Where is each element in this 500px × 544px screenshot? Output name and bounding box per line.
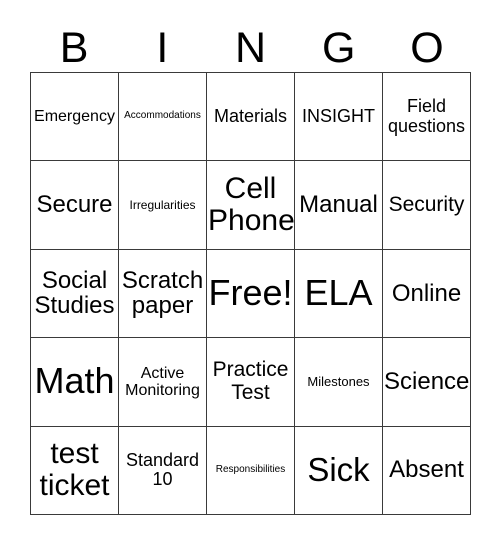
bingo-header-letter-g: G (295, 18, 383, 72)
bingo-cell-label: Secure (36, 191, 113, 219)
bingo-cell-label: Standard 10 (125, 449, 200, 490)
bingo-grid: Emergency Accommodations Materials INSIG… (30, 72, 471, 515)
bingo-cell-i1[interactable]: Accommodations (119, 73, 207, 162)
bingo-cell-label: Science (384, 367, 470, 395)
bingo-cell-label: Irregularities (129, 197, 196, 212)
header-letter-text: B (59, 24, 89, 72)
bingo-header-letter-b: B (30, 18, 118, 72)
bingo-cell-o4[interactable]: Science (383, 338, 471, 427)
bingo-cell-g4[interactable]: Milestones (295, 338, 383, 427)
bingo-header-row: B I N G O (30, 18, 471, 72)
bingo-cell-g3[interactable]: ELA (295, 249, 383, 339)
bingo-cell-label: INSIGHT (301, 105, 375, 126)
bingo-cell-label: Cell Phone (208, 171, 295, 238)
bingo-header-letter-n: N (206, 18, 294, 72)
bingo-cell-i4[interactable]: Active Monitoring (119, 338, 207, 427)
bingo-cell-label: Security (388, 192, 465, 216)
bingo-cell-n2[interactable]: Cell Phone (207, 161, 295, 250)
bingo-cell-label: Math (34, 360, 115, 402)
bingo-cell-i3[interactable]: Scratch paper (119, 249, 207, 339)
bingo-cell-label: Responsibilities (215, 463, 286, 475)
bingo-header-letter-o: O (383, 18, 471, 72)
bingo-cell-g1[interactable]: INSIGHT (295, 73, 383, 162)
bingo-cell-label: test ticket (39, 436, 110, 503)
bingo-cell-label: Manual (299, 191, 378, 219)
bingo-cell-o2[interactable]: Security (383, 161, 471, 250)
header-letter-text: I (156, 24, 169, 72)
bingo-card: B I N G O Emergency Accommodations Mater… (0, 0, 500, 544)
bingo-cell-n1[interactable]: Materials (207, 73, 295, 162)
bingo-cell-o1[interactable]: Field questions (383, 73, 471, 162)
bingo-cell-i2[interactable]: Irregularities (119, 161, 207, 250)
bingo-cell-o3[interactable]: Online (383, 249, 471, 339)
bingo-cell-label: Scratch paper (121, 266, 204, 320)
bingo-cell-o5[interactable]: Absent (383, 426, 471, 515)
bingo-cell-g2[interactable]: Manual (295, 161, 383, 250)
bingo-cell-label: Online (391, 279, 462, 307)
bingo-cell-label: Milestones (307, 373, 370, 389)
bingo-cell-b5[interactable]: test ticket (31, 426, 119, 515)
bingo-cell-label: Sick (307, 451, 370, 489)
header-letter-text: O (410, 24, 444, 72)
header-letter-text: G (321, 24, 356, 72)
bingo-cell-g5[interactable]: Sick (295, 426, 383, 515)
bingo-cell-label: ELA (304, 272, 373, 314)
bingo-cell-n4[interactable]: Practice Test (207, 338, 295, 427)
bingo-cell-i5[interactable]: Standard 10 (119, 426, 207, 515)
bingo-cell-label: Absent (389, 456, 464, 484)
bingo-header-letter-i: I (118, 18, 206, 72)
bingo-cell-label: Accommodations (124, 110, 201, 122)
header-letter-text: N (234, 24, 267, 72)
bingo-cell-label: Emergency (34, 108, 115, 126)
bingo-cell-b2[interactable]: Secure (31, 161, 119, 250)
bingo-cell-free-space[interactable]: Free! (207, 249, 295, 339)
bingo-cell-label: Field questions (387, 96, 466, 136)
bingo-cell-label: Active Monitoring (125, 364, 200, 399)
bingo-cell-label: Materials (213, 105, 288, 126)
bingo-cell-b4[interactable]: Math (31, 338, 119, 427)
bingo-cell-b1[interactable]: Emergency (31, 73, 119, 162)
bingo-cell-label: Social Studies (34, 266, 115, 320)
bingo-cell-label: Free! (208, 272, 293, 314)
bingo-cell-b3[interactable]: Social Studies (31, 249, 119, 339)
bingo-cell-n5[interactable]: Responsibilities (207, 426, 295, 515)
bingo-cell-label: Practice Test (212, 358, 289, 404)
